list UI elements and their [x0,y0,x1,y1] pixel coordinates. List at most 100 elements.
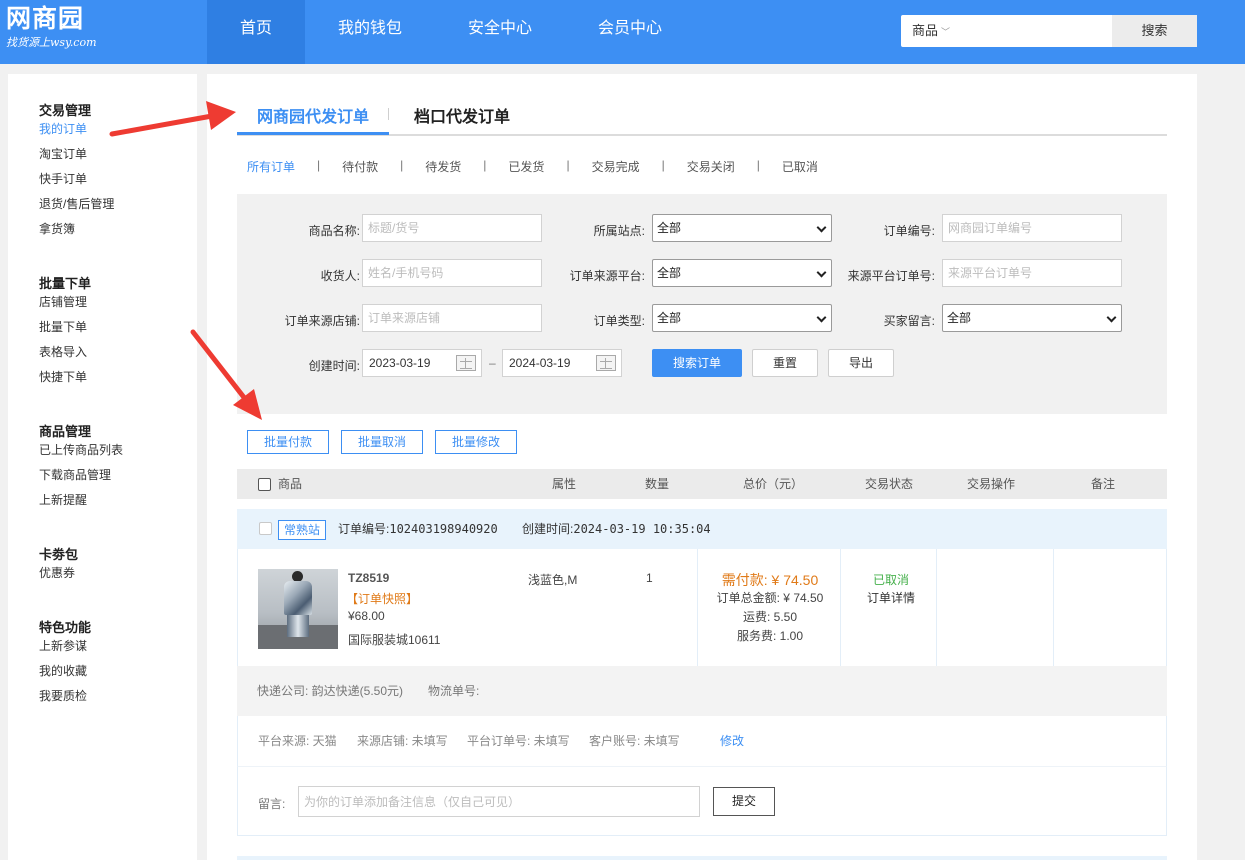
col-status: 交易状态 [865,477,914,491]
col-attribute: 属性 [552,477,577,491]
search-category-select[interactable]: 商品 ﹀ [912,15,950,48]
sidebar-item-my-orders[interactable]: 我的订单 [39,117,114,142]
image-figure-shorts [287,615,309,637]
sidebar-group-trade: 交易管理 我的订单 淘宝订单 快手订单 退货/售后管理 拿货簿 [39,102,114,242]
sidebar-item-taobao-orders[interactable]: 淘宝订单 [39,142,114,167]
remark-input[interactable] [298,786,700,817]
divider: | [400,158,404,172]
sidebar-item-quality-check[interactable]: 我要质检 [39,684,91,709]
sidebar-item-batch-order[interactable]: 批量下单 [39,315,91,340]
product-code[interactable]: TZ8519 [348,571,389,585]
logo-slogan: 找货源上wsy.com [6,36,97,49]
sidebar-item-quick-order[interactable]: 快捷下单 [39,365,91,390]
search-orders-button[interactable]: 搜索订单 [652,349,742,377]
search-input[interactable] [961,19,1109,43]
chevron-down-icon [816,312,827,323]
source-shop-input[interactable] [362,304,542,332]
order-total-amount: 订单总金额: ¥ 74.50 [716,591,824,605]
order-number-label: 订单编号: [338,522,390,536]
order-type-select[interactable]: 全部 [652,304,832,332]
tab-stall-orders[interactable]: 档口代发订单 [414,103,510,127]
main-panel: 网商园代发订单 档口代发订单 所有订单 | 待付款 | 待发货 | 已发货 | 交易完成… [207,74,1197,860]
order-snapshot-link[interactable]: 【订单快照】 [346,590,418,607]
filter-cancelled[interactable]: 已取消 [782,158,818,175]
sidebar-item-new-alerts[interactable]: 上新提醒 [39,488,123,513]
nav-security[interactable]: 安全中心 [435,0,565,64]
order-no-label: 订单编号: [883,224,935,238]
site-select[interactable]: 全部 [652,214,832,242]
buyer-note-select[interactable]: 全部 [942,304,1122,332]
buyer-note-label: 买家留言: [883,314,935,328]
nav-member[interactable]: 会员中心 [565,0,695,64]
batch-cancel-button[interactable]: 批量取消 [341,430,423,454]
source-platform-value: 全部 [657,266,682,280]
source-order-no-label: 来源平台订单号: [847,269,935,283]
sidebar-item-kuaishou-orders[interactable]: 快手订单 [39,167,114,192]
order-checkbox[interactable] [259,522,272,535]
remark-label: 留言: [258,797,286,811]
divider: | [317,158,321,172]
site-logo[interactable]: 网商园 找货源上wsy.com [6,4,101,60]
buyer-note-value: 全部 [947,311,972,325]
sidebar-item-new-advisor[interactable]: 上新参谋 [39,634,91,659]
reset-button[interactable]: 重置 [752,349,818,377]
sidebar-item-uploaded-products[interactable]: 已上传商品列表 [39,438,123,463]
export-button[interactable]: 导出 [828,349,894,377]
nav-home[interactable]: 首页 [207,0,306,64]
chevron-down-icon [816,222,827,233]
sidebar-item-pickup-book[interactable]: 拿货簿 [39,217,114,242]
filter-closed[interactable]: 交易关闭 [687,158,735,175]
order-number-value: 102403198940920 [389,522,498,536]
batch-edit-button[interactable]: 批量修改 [435,430,517,454]
order-type-value: 全部 [657,311,682,325]
divider: | [566,158,570,172]
site-label: 所属站点: [593,224,645,238]
created-to-input[interactable]: 2024-03-19 [502,349,622,377]
search-button[interactable]: 搜索 [1112,15,1197,47]
calendar-icon[interactable] [456,355,476,371]
product-name-input[interactable] [362,214,542,242]
sidebar-group-batch: 批量下单 店铺管理 批量下单 表格导入 快捷下单 [39,275,91,390]
batch-pay-button[interactable]: 批量付款 [247,430,329,454]
edit-platform-info-link[interactable]: 修改 [720,716,744,766]
filter-pending-shipment[interactable]: 待发货 [425,158,461,175]
sidebar-item-sheet-import[interactable]: 表格导入 [39,340,91,365]
sidebar-item-favorites[interactable]: 我的收藏 [39,659,91,684]
tab-wsy-orders[interactable]: 网商园代发订单 [257,103,369,127]
divider: | [661,158,665,172]
order-no-input[interactable] [942,214,1122,242]
source-platform-select[interactable]: 全部 [652,259,832,287]
sidebar-item-download-products[interactable]: 下载商品管理 [39,463,123,488]
sidebar-item-shop-manage[interactable]: 店铺管理 [39,290,91,315]
filter-all[interactable]: 所有订单 [247,158,295,175]
remark-submit-button[interactable]: 提交 [713,787,775,816]
chevron-down-icon: ﹀ [941,27,951,37]
filter-pending-payment[interactable]: 待付款 [342,158,378,175]
filter-completed[interactable]: 交易完成 [592,158,640,175]
source-shop-label: 订单来源店铺: [284,314,360,328]
product-mall: 国际服装城10611 [348,633,441,647]
order-status: 已取消 [872,573,909,587]
order-created-time: 创建时间:2024-03-19 10:35:04 [522,509,711,549]
order-detail-link[interactable]: 订单详情 [843,589,939,607]
chevron-down-icon [1106,312,1117,323]
sidebar-item-returns[interactable]: 退货/售后管理 [39,192,114,217]
nav-wallet[interactable]: 我的钱包 [305,0,435,64]
order-table-header: 商品 属性 数量 总价（元） 交易状态 交易操作 备注 [237,469,1167,499]
cell-divider [1053,549,1054,666]
sidebar-item-coupons[interactable]: 优惠券 [39,561,78,586]
col-quantity: 数量 [645,477,670,491]
created-from-input[interactable]: 2023-03-19 [362,349,482,377]
order-created-value: 2024-03-19 10:35:04 [573,522,711,536]
source-order-no-input[interactable] [942,259,1122,287]
shipping-fee: 运费: 5.50 [742,610,798,624]
service-fee: 服务费: 1.00 [736,629,804,643]
main-nav: 首页 我的钱包 安全中心 会员中心 [207,0,695,64]
product-image[interactable] [258,569,338,649]
filter-shipped[interactable]: 已发货 [508,158,544,175]
select-all-checkbox[interactable] [258,478,271,491]
divider: | [756,158,760,172]
calendar-icon[interactable] [596,355,616,371]
express-company: 快递公司: 韵达快递(5.50元) [257,684,404,698]
receiver-input[interactable] [362,259,542,287]
